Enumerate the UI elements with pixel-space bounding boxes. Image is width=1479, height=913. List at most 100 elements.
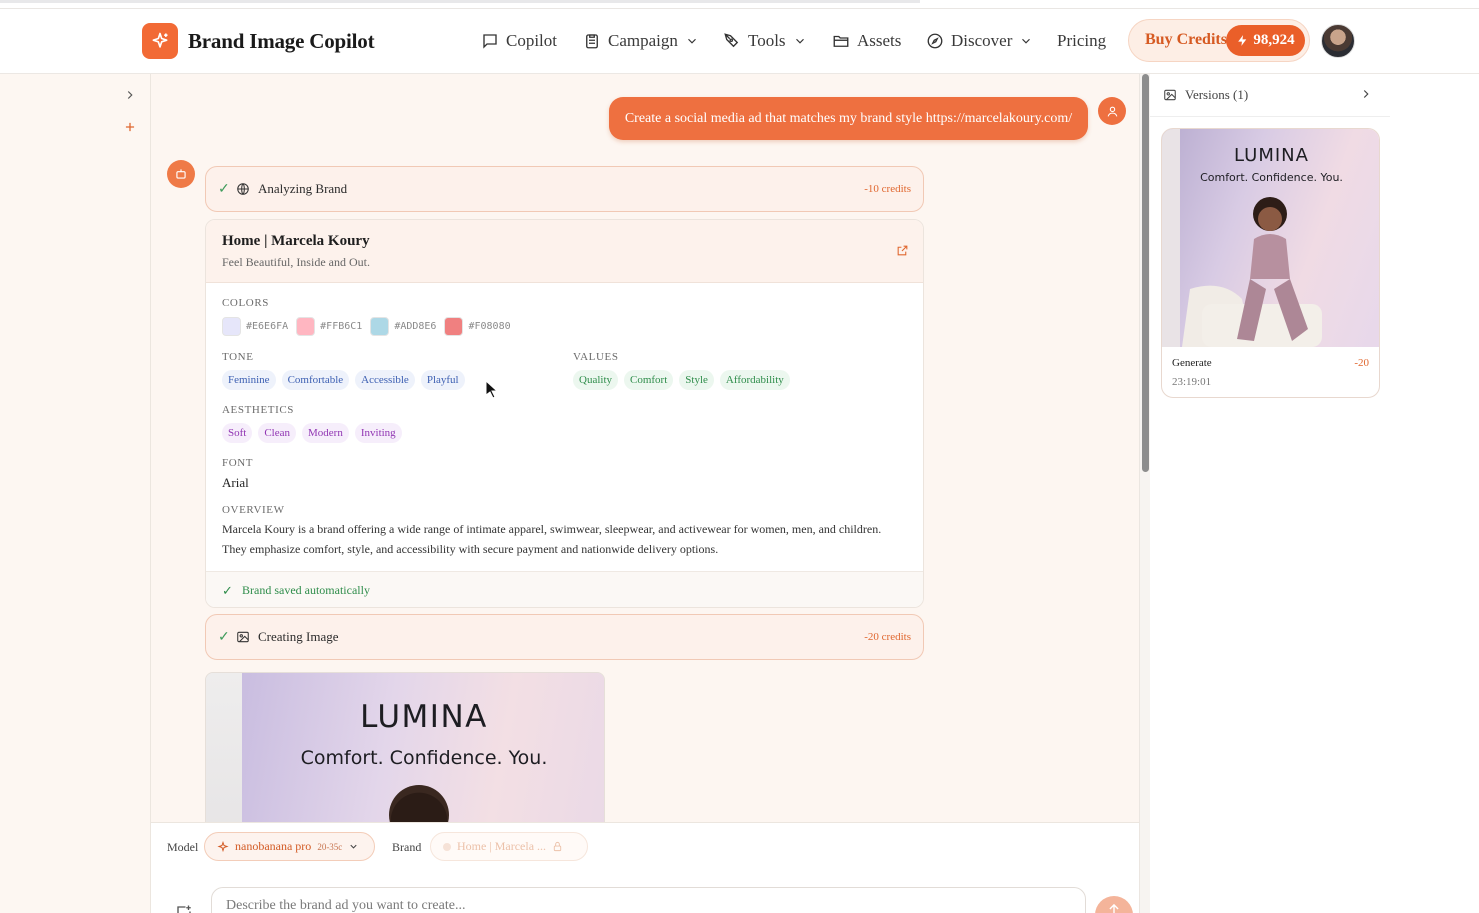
credits-balance[interactable]: 98,924 xyxy=(1226,25,1305,56)
nav-campaign[interactable]: Campaign xyxy=(583,29,699,53)
nav-label: Campaign xyxy=(608,31,678,50)
credits-count: 98,924 xyxy=(1253,32,1295,48)
color-swatch[interactable]: #F08080 xyxy=(444,317,511,336)
prompt-input[interactable] xyxy=(226,898,1066,913)
compass-icon xyxy=(927,33,943,49)
expand-sidebar-button[interactable] xyxy=(120,85,140,105)
user-avatar[interactable] xyxy=(1321,24,1355,58)
step-credits: -10 credits xyxy=(864,183,911,195)
color-hex: #E6E6FA xyxy=(246,321,289,332)
version-time: 23:19:01 xyxy=(1172,376,1212,388)
app-logo[interactable] xyxy=(142,23,178,59)
attach-image-button[interactable] xyxy=(175,904,193,913)
colors-label: COLORS xyxy=(222,297,269,309)
aesthetics-tags: Soft Clean Modern Inviting xyxy=(222,423,402,443)
tone-tags: Feminine Comfortable Accessible Playful xyxy=(222,370,465,390)
arrow-up-icon xyxy=(1109,903,1119,913)
chevron-down-icon xyxy=(350,844,357,849)
version-card[interactable]: LUMINA Comfort. Confidence. You. Generat… xyxy=(1161,128,1380,398)
nav-label: Pricing xyxy=(1057,31,1107,50)
lock-icon xyxy=(553,841,562,852)
image-plus-icon xyxy=(177,905,191,913)
clipboard-icon xyxy=(586,34,598,49)
value-tag: Style xyxy=(679,370,714,390)
color-hex: #F08080 xyxy=(468,321,511,332)
nav-tools[interactable]: Tools xyxy=(723,29,807,53)
font-value: Arial xyxy=(222,475,249,490)
step-creating-image[interactable]: ✓ Creating Image -20 credits xyxy=(205,614,924,660)
chevron-down-icon xyxy=(795,38,804,44)
chat-bubble-icon xyxy=(483,34,497,49)
brand-card-header: Home | Marcela Koury Feel Beautiful, Ins… xyxy=(206,220,923,283)
send-button[interactable] xyxy=(1095,896,1133,913)
prompt-box xyxy=(211,887,1086,913)
bot-icon xyxy=(167,160,195,188)
color-swatch[interactable]: #E6E6FA xyxy=(222,317,288,336)
step-label: Creating Image xyxy=(258,629,339,644)
credits-widget: Buy Credits 98,924 xyxy=(1128,19,1310,62)
color-hex: #FFB6C1 xyxy=(320,321,363,332)
model-label: Model xyxy=(167,840,199,854)
new-chat-button[interactable] xyxy=(120,117,140,137)
chat-scrollbar[interactable] xyxy=(1139,74,1150,913)
chevron-down-icon xyxy=(687,38,696,44)
chat-area: Create a social media ad that matches my… xyxy=(151,74,1139,822)
brand-tagline: Feel Beautiful, Inside and Out. xyxy=(222,255,370,269)
chevron-right-icon xyxy=(1363,90,1369,98)
image-headline: LUMINA xyxy=(360,699,488,735)
scrollbar-thumb[interactable] xyxy=(1142,74,1149,472)
color-swatch[interactable]: #FFB6C1 xyxy=(296,317,362,336)
step-credits: -20 credits xyxy=(864,631,911,643)
nav-assets[interactable]: Assets xyxy=(832,29,901,53)
step-analyzing-brand[interactable]: ✓ Analyzing Brand -10 credits xyxy=(205,166,924,212)
color-chip xyxy=(296,317,316,336)
versions-header[interactable]: Versions (1) xyxy=(1150,74,1390,117)
aesthetics-label: AESTHETICS xyxy=(222,404,294,416)
version-cost: -20 xyxy=(1354,357,1369,369)
nav-pricing[interactable]: Pricing xyxy=(1057,29,1106,53)
values-label: VALUES xyxy=(573,351,619,363)
color-swatch[interactable]: #ADD8E6 xyxy=(370,317,436,336)
tone-tag: Comfortable xyxy=(281,370,350,390)
aesthetic-tag: Soft xyxy=(222,423,253,443)
value-tag: Affordability xyxy=(719,370,790,390)
buy-credits-button[interactable]: Buy Credits xyxy=(1145,31,1227,49)
overview-label: OVERVIEW xyxy=(222,504,285,516)
font-label: FONT xyxy=(222,457,254,469)
color-chip xyxy=(222,317,241,336)
image-side-strip xyxy=(206,673,242,822)
nav-label: Copilot xyxy=(506,31,558,50)
brand-dot xyxy=(443,842,451,851)
image-icon xyxy=(237,631,249,643)
app-header: Brand Image Copilot Copilot Campaign Too… xyxy=(0,9,1479,74)
brand-label: Brand xyxy=(392,840,422,854)
nav-discover[interactable]: Discover xyxy=(926,29,1033,53)
brand-saved-row: ✓ Brand saved automatically xyxy=(206,571,923,607)
chevron-right-icon xyxy=(127,91,133,99)
globe-icon xyxy=(237,183,249,195)
model-range: 20-35c xyxy=(317,841,343,852)
sparkle-icon xyxy=(152,32,168,48)
overview-text: Marcela Koury is a brand offering a wide… xyxy=(222,522,882,556)
versions-title: Versions (1) xyxy=(1185,87,1249,102)
tone-tag: Feminine xyxy=(222,370,276,390)
values-tags: Quality Comfort Style Affordability xyxy=(573,370,790,390)
chevron-down-icon xyxy=(1022,38,1031,44)
sparkle-icon xyxy=(217,840,229,852)
pen-tool-icon xyxy=(724,33,739,48)
version-headline: LUMINA xyxy=(1234,145,1309,166)
value-tag: Comfort xyxy=(624,370,674,390)
value-tag: Quality xyxy=(573,370,618,390)
aesthetic-tag: Inviting xyxy=(354,423,402,443)
image-icon xyxy=(1164,89,1176,101)
folder-icon xyxy=(833,35,849,47)
brand-selector[interactable]: Home | Marcela ... xyxy=(430,832,588,861)
generated-image[interactable]: LUMINA Comfort. Confidence. You. xyxy=(205,672,605,822)
image-tagline: Comfort. Confidence. You. xyxy=(300,747,548,769)
user-message: Create a social media ad that matches my… xyxy=(609,97,1088,140)
model-selector[interactable]: nanobanana pro 20-35c xyxy=(204,832,375,861)
nav-copilot[interactable]: Copilot xyxy=(481,29,557,53)
composer: Model nanobanana pro 20-35c Brand Home |… xyxy=(151,822,1139,913)
external-link-icon[interactable] xyxy=(896,244,909,257)
version-action: Generate xyxy=(1172,357,1212,369)
